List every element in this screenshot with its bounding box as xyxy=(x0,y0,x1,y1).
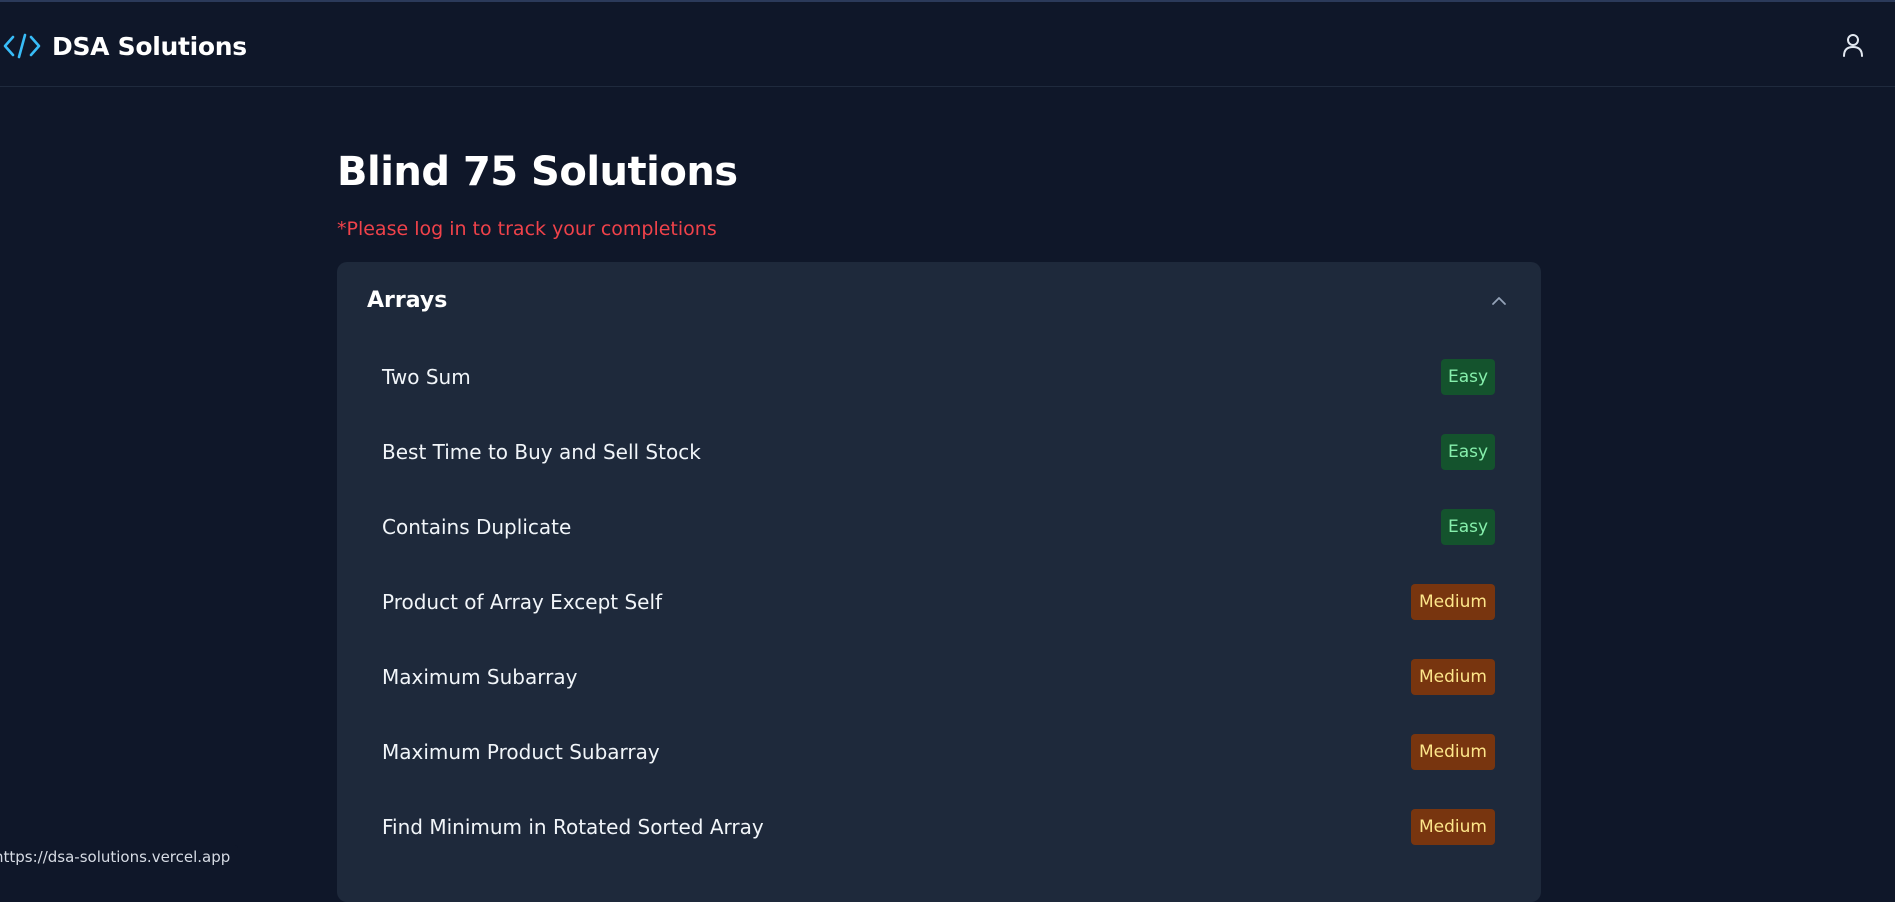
section-title: Arrays xyxy=(367,288,448,313)
status-url-text: https://dsa-solutions.vercel.app xyxy=(0,848,231,866)
difficulty-badge: Medium xyxy=(1411,659,1495,695)
brand-name: DSA Solutions xyxy=(52,31,247,61)
brand-link[interactable]: DSA Solutions xyxy=(2,28,247,64)
problem-name: Two Sum xyxy=(382,365,471,389)
problem-item[interactable]: Product of Array Except Self Medium xyxy=(337,565,1541,640)
page-title: Blind 75 Solutions xyxy=(337,149,738,195)
problem-name: Contains Duplicate xyxy=(382,515,572,539)
problem-name: Product of Array Except Self xyxy=(382,590,663,614)
problem-name: Find Minimum in Rotated Sorted Array xyxy=(382,815,764,839)
section-toggle-arrays[interactable]: Arrays xyxy=(337,262,1541,340)
problem-name: Maximum Product Subarray xyxy=(382,740,660,764)
problem-item[interactable]: Maximum Product Subarray Medium xyxy=(337,715,1541,790)
login-warning: *Please log in to track your completions xyxy=(337,218,717,240)
status-bar-url: https://dsa-solutions.vercel.app xyxy=(0,845,239,869)
difficulty-badge: Easy xyxy=(1441,509,1495,545)
difficulty-badge: Medium xyxy=(1411,584,1495,620)
user-account-button[interactable] xyxy=(1838,32,1868,62)
problem-item[interactable]: Two Sum Easy xyxy=(337,340,1541,415)
difficulty-badge: Easy xyxy=(1441,359,1495,395)
chevron-up-icon xyxy=(1488,290,1510,312)
code-icon xyxy=(2,31,42,61)
problem-item[interactable]: Best Time to Buy and Sell Stock Easy xyxy=(337,415,1541,490)
navbar: DSA Solutions xyxy=(0,2,1895,87)
problem-item[interactable]: Maximum Subarray Medium xyxy=(337,640,1541,715)
problem-name: Best Time to Buy and Sell Stock xyxy=(382,440,701,464)
section-arrays: Arrays Two Sum Easy Best Time to Buy and… xyxy=(337,262,1541,902)
problem-item[interactable]: Find Minimum in Rotated Sorted Array Med… xyxy=(337,790,1541,865)
difficulty-badge: Medium xyxy=(1411,809,1495,845)
problem-name: Maximum Subarray xyxy=(382,665,578,689)
user-icon xyxy=(1841,32,1865,62)
difficulty-badge: Easy xyxy=(1441,434,1495,470)
problem-item[interactable]: Contains Duplicate Easy xyxy=(337,490,1541,565)
difficulty-badge: Medium xyxy=(1411,734,1495,770)
